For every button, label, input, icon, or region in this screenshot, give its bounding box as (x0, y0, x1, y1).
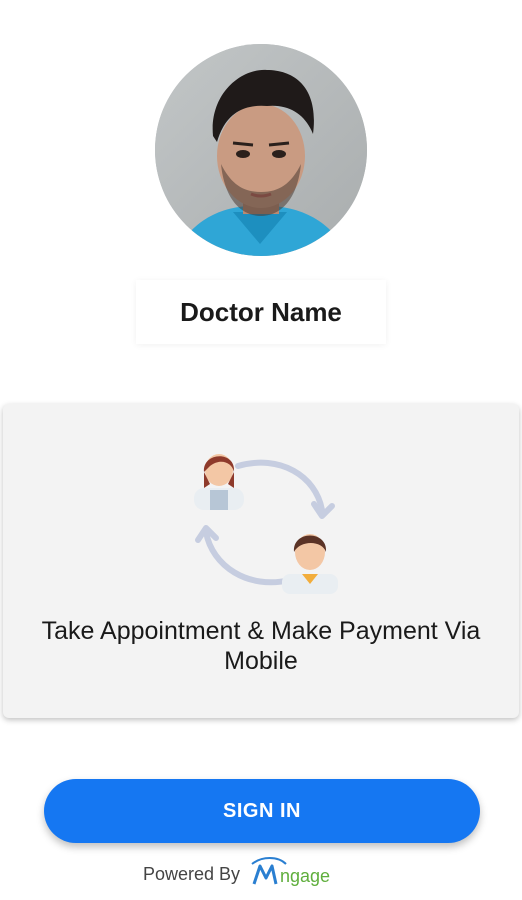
feature-card: Take Appointment & Make Payment Via Mobi… (3, 404, 519, 718)
powered-by-footer: Powered By ngage (143, 856, 350, 892)
doctor-avatar (155, 44, 367, 256)
doctor-name: Doctor Name (180, 296, 342, 327)
svg-text:ngage: ngage (280, 866, 330, 886)
sign-in-label: SIGN IN (223, 799, 301, 822)
appointment-exchange-icon (190, 444, 340, 594)
feature-description: Take Appointment & Make Payment Via Mobi… (41, 617, 481, 675)
mengage-logo: ngage (251, 857, 330, 886)
sign-in-button[interactable]: SIGN IN (44, 779, 480, 843)
doctor-name-card: Doctor Name (136, 280, 386, 344)
powered-by-text: Powered By (143, 863, 241, 884)
